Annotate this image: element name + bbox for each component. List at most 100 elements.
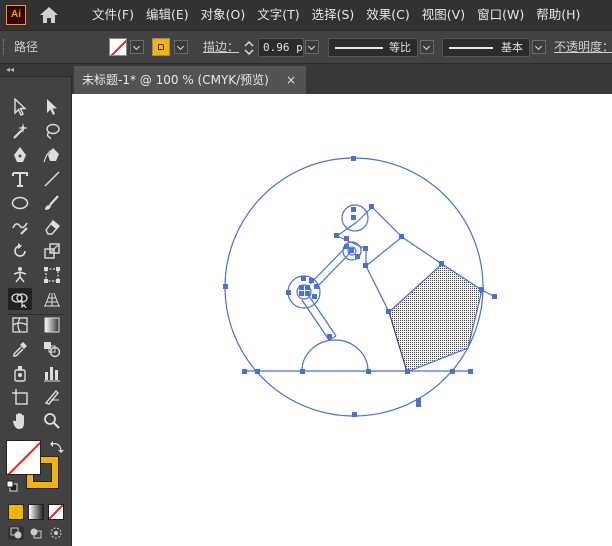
slice-tool-icon [44,389,59,405]
perspective-grid-tool-icon [44,292,60,307]
color-button[interactable] [8,504,24,520]
artboard-tool-icon [12,389,28,405]
profile-line-icon [335,47,383,49]
draw-behind-button[interactable] [28,526,44,540]
mesh-tool-icon [12,317,28,333]
paintbrush-tool[interactable] [40,192,64,214]
eraser-tool[interactable] [40,216,64,238]
shaper-tool-icon [12,222,28,235]
tools-panel: ◂◂ [0,64,72,546]
mesh-tool[interactable] [8,314,32,336]
curvature-tool[interactable] [40,144,64,166]
stroke-stepper-icon[interactable] [243,39,255,57]
direct-selection-tool-icon [47,99,57,115]
stroke-label[interactable]: 描边： [203,31,239,63]
variable-width-profile[interactable]: 等比 [328,38,418,57]
collapse-arrows-icon[interactable]: ◂◂ [6,65,14,75]
document-tab-bar: 未标题-1* @ 100 % (CMYK/预览) × [72,64,612,94]
menu-object[interactable]: 对象(O) [195,0,252,30]
default-fill-stroke-icon[interactable] [6,480,18,492]
magic-wand-tool[interactable] [8,120,32,142]
home-icon[interactable] [38,5,60,25]
puppet-warp-tool[interactable] [8,264,32,286]
none-slash-icon [7,441,40,474]
eraser-tool-icon [45,219,60,235]
variable-width-profile-label: 等比 [389,41,411,54]
stroke-swatch-dropdown[interactable] [130,40,144,54]
type-tool-icon [12,172,28,187]
free-transform-tool-icon [44,267,60,283]
blend-tool[interactable] [40,338,64,360]
fill-swatch-dropdown[interactable] [174,40,188,54]
selection-tool[interactable] [8,96,32,118]
stroke-weight-dropdown[interactable] [305,40,319,54]
document-tab[interactable]: 未标题-1* @ 100 % (CMYK/预览) × [74,66,306,94]
eyedropper-tool-icon [13,342,27,357]
shape-builder-tool[interactable] [8,288,32,310]
control-bar-grip[interactable] [3,39,6,55]
tools-panel-header: ◂◂ [0,64,72,77]
column-graph-tool[interactable] [40,362,64,384]
magic-wand-tool-icon [13,123,28,139]
lasso-tool-icon [46,123,60,140]
none-button[interactable] [48,504,64,520]
menu-edit[interactable]: 编辑(E) [140,0,195,30]
gradient-tool[interactable] [40,314,64,336]
menu-file[interactable]: 文件(F) [86,0,140,30]
menu-window[interactable]: 窗口(W) [471,0,530,30]
artboard-tool[interactable] [8,386,32,408]
opacity-label[interactable]: 不透明度： [554,31,612,63]
none-slash-icon [49,505,63,519]
selection-type-label: 路径 [14,40,39,54]
pen-tool[interactable] [8,144,32,166]
menu-bar: Ai 文件(F) 编辑(E) 对象(O) 文字(T) 选择(S) 效果(C) 视… [0,0,612,30]
rotate-tool[interactable] [8,240,32,262]
line-segment-tool[interactable] [40,168,64,190]
gradient-tool-icon [44,317,60,333]
close-icon[interactable]: × [286,66,296,94]
gradient-button[interactable] [28,504,44,520]
artboard-canvas[interactable] [72,94,612,546]
draw-inside-button[interactable] [48,526,64,540]
blend-tool-icon [44,342,61,358]
artwork[interactable] [72,94,612,546]
menu-view[interactable]: 视图(V) [416,0,471,30]
control-bar: 路径 描边： 0.96 p 等比 基本 不透明度： [0,30,612,64]
free-transform-tool[interactable] [40,264,64,286]
ellipse-tool[interactable] [8,192,32,214]
fill-stroke-widget [6,440,66,496]
rotate-tool-icon [14,243,26,257]
scale-tool[interactable] [40,240,64,262]
paintbrush-tool-icon [45,195,59,210]
menu-items: 文件(F) 编辑(E) 对象(O) 文字(T) 选择(S) 效果(C) 视图(V… [86,0,586,30]
brush-definition[interactable]: 基本 [442,38,530,57]
fill-color-swatch[interactable] [152,38,170,56]
stroke-weight-input[interactable]: 0.96 p [258,38,304,57]
swap-fill-stroke-icon[interactable] [50,440,64,454]
perspective-grid-tool[interactable] [40,288,64,310]
draw-normal-button[interactable] [8,526,24,540]
line-segment-tool-icon [44,171,60,187]
direct-selection-tool[interactable] [40,96,64,118]
column-graph-tool-icon [44,367,60,382]
hand-tool-icon [13,413,24,429]
lasso-tool[interactable] [40,120,64,142]
draw-behind-icon [30,528,42,539]
zoom-tool[interactable] [40,410,64,432]
fill-none-swatch[interactable] [6,440,41,475]
slice-tool[interactable] [40,386,64,408]
menu-select[interactable]: 选择(S) [306,0,361,30]
hand-tool[interactable] [8,410,32,432]
menu-help[interactable]: 帮助(H) [530,0,586,30]
stroke-none-swatch[interactable] [109,38,127,56]
type-tool[interactable] [8,168,32,190]
lamp-base-shape[interactable] [301,339,369,372]
eyedropper-tool[interactable] [8,338,32,360]
menu-effect[interactable]: 效果(C) [360,0,415,30]
lamp-shade-shape[interactable] [388,263,483,373]
variable-width-dropdown[interactable] [420,40,434,54]
menu-type[interactable]: 文字(T) [251,0,305,30]
symbol-sprayer-tool[interactable] [8,362,32,384]
brush-definition-dropdown[interactable] [532,40,546,54]
shaper-tool[interactable] [8,216,32,238]
